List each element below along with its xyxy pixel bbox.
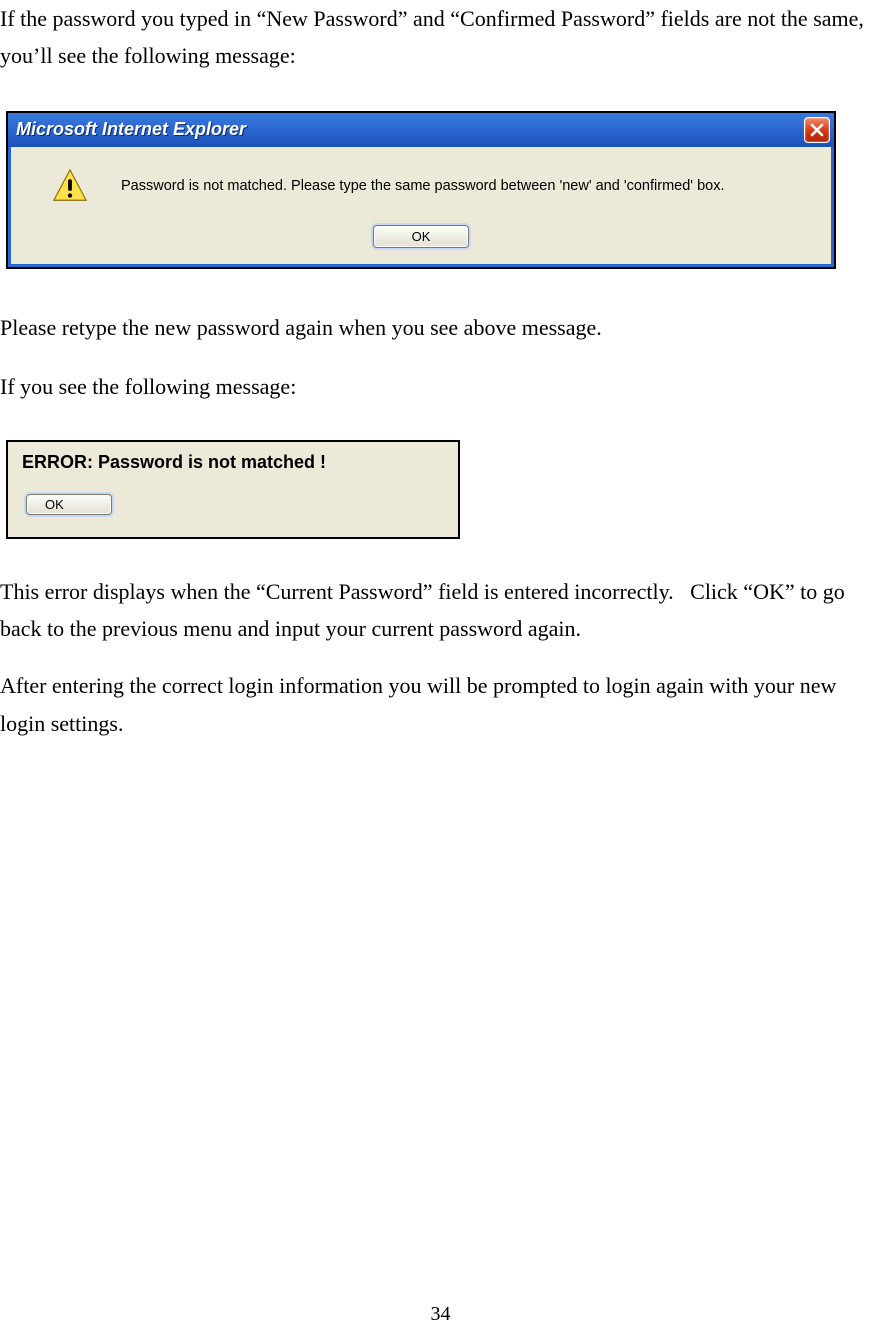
close-button[interactable] — [804, 117, 830, 143]
ie-dialog-message: Password is not matched. Please type the… — [121, 171, 724, 196]
ie-dialog-titlebar: Microsoft Internet Explorer — [8, 113, 834, 147]
error-explain-paragraph: This error displays when the “Current Pa… — [0, 573, 881, 648]
intro-paragraph-1: If the password you typed in “New Passwo… — [0, 0, 881, 75]
ie-dialog: Microsoft Internet Explorer Password is … — [6, 111, 836, 269]
retype-paragraph: Please retype the new password again whe… — [0, 309, 881, 346]
error-dialog-message: ERROR: Password is not matched ! — [22, 452, 444, 473]
ok-button[interactable]: OK — [373, 225, 469, 248]
ie-dialog-body: Password is not matched. Please type the… — [8, 147, 834, 215]
error-dialog: ERROR: Password is not matched ! OK — [6, 440, 460, 539]
close-icon — [809, 122, 825, 138]
see-following-paragraph: If you see the following message: — [0, 368, 881, 405]
page-number: 34 — [0, 1303, 881, 1326]
after-login-paragraph: After entering the correct login informa… — [0, 667, 881, 742]
ok-button[interactable]: OK — [26, 494, 112, 515]
ie-dialog-title: Microsoft Internet Explorer — [16, 119, 804, 140]
warning-icon — [51, 167, 89, 205]
ie-dialog-footer: OK — [8, 215, 834, 267]
